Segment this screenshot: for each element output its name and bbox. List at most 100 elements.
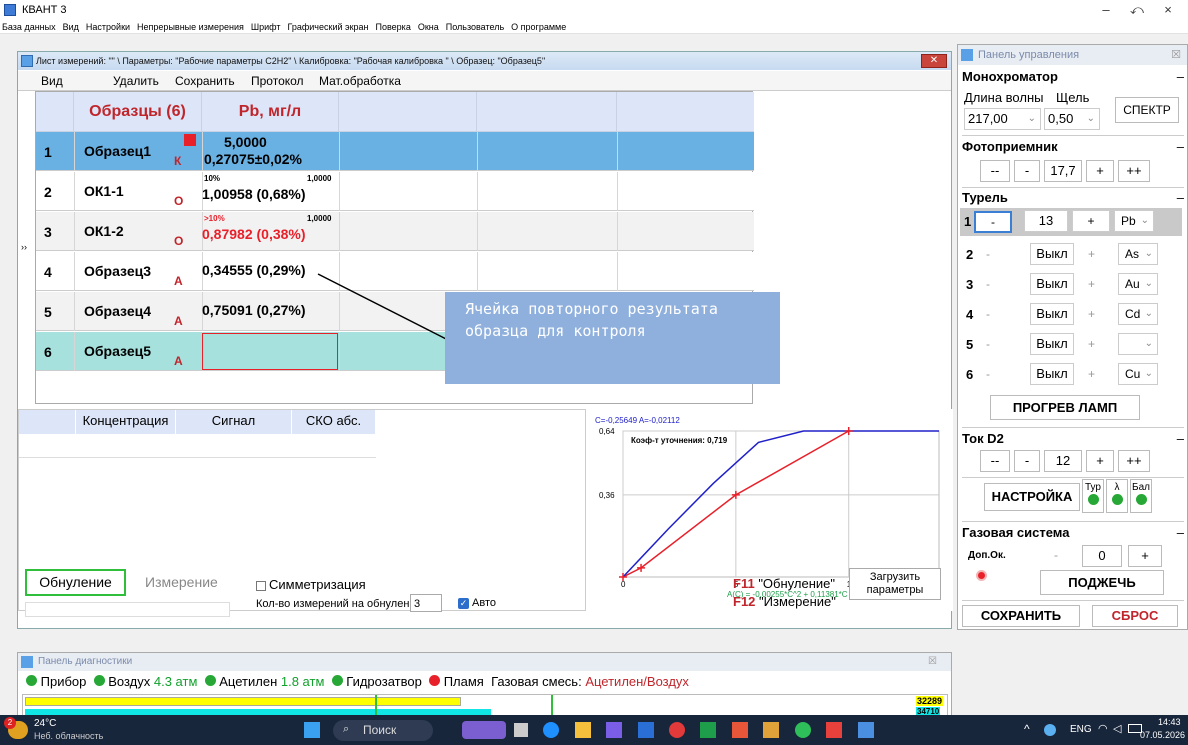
- turret-value[interactable]: Выкл: [1030, 363, 1074, 385]
- app-icon[interactable]: [732, 722, 748, 738]
- minimize-icon[interactable]: –: [1096, 2, 1116, 17]
- volume-icon[interactable]: ◁: [1113, 722, 1121, 735]
- extra-ok-led[interactable]: [976, 570, 987, 584]
- increase-button[interactable]: +: [1086, 450, 1114, 472]
- collapse-icon[interactable]: –: [1177, 431, 1184, 446]
- ignite-button[interactable]: ПОДЖЕЧЬ: [1040, 570, 1164, 595]
- turret-row[interactable]: 3- Выкл + Au ⌄: [966, 271, 1181, 299]
- element-select[interactable]: Pb ⌄: [1114, 210, 1154, 232]
- element-select[interactable]: As ⌄: [1118, 243, 1158, 265]
- taskview-icon[interactable]: [514, 723, 528, 737]
- clock-time[interactable]: 14:43: [1158, 717, 1181, 727]
- wavelength-select[interactable]: 217,00 ⌄: [964, 108, 1041, 130]
- tray-arrow-icon[interactable]: ^: [1024, 722, 1030, 736]
- decrease-fast-button[interactable]: --: [980, 160, 1010, 182]
- close-icon[interactable]: ×: [1158, 2, 1178, 17]
- load-params-button[interactable]: Загрузить параметры: [849, 568, 941, 600]
- turret-row[interactable]: 5- Выкл + ⌄: [966, 331, 1181, 359]
- restore-icon[interactable]: ⤺: [1127, 2, 1147, 18]
- network-icon[interactable]: ◠: [1098, 722, 1108, 735]
- menu-user[interactable]: Пользователь: [446, 20, 504, 34]
- turret-row[interactable]: 2- Выкл + As ⌄: [966, 241, 1181, 269]
- tray-app-icon[interactable]: [1044, 724, 1056, 736]
- decrease-button[interactable]: -: [1014, 450, 1040, 472]
- save-button[interactable]: СОХРАНИТЬ: [962, 605, 1080, 627]
- flame-led-icon: [429, 675, 441, 686]
- collapse-icon[interactable]: –: [1177, 525, 1184, 540]
- slit-label: Щель: [1056, 90, 1090, 105]
- auto-checkbox[interactable]: ✓ Авто: [458, 597, 496, 609]
- decrease-button[interactable]: -: [1054, 548, 1058, 562]
- kvant-icon[interactable]: [858, 722, 874, 738]
- menu-font[interactable]: Шрифт: [251, 20, 281, 34]
- turret-value[interactable]: Выкл: [1030, 333, 1074, 355]
- app-icon[interactable]: [606, 722, 622, 738]
- bal-indicator[interactable]: Бал: [1130, 479, 1152, 513]
- lambda-indicator[interactable]: λ: [1106, 479, 1128, 513]
- menu-graphic[interactable]: Графический экран: [288, 20, 369, 34]
- element-select[interactable]: Au ⌄: [1118, 273, 1158, 295]
- element-select[interactable]: Cd ⌄: [1118, 303, 1158, 325]
- widget-icon[interactable]: [462, 721, 506, 739]
- turret-value[interactable]: 13: [1024, 210, 1068, 232]
- col-signal[interactable]: Сигнал: [176, 410, 292, 434]
- whatsapp-icon[interactable]: [795, 722, 811, 738]
- increase-button[interactable]: +: [1128, 545, 1162, 567]
- decrease-button[interactable]: -: [974, 211, 1012, 233]
- increase-fast-button[interactable]: ++: [1118, 160, 1150, 182]
- explorer-icon[interactable]: [575, 722, 591, 738]
- reset-button[interactable]: СБРОС: [1092, 605, 1178, 627]
- start-icon[interactable]: [304, 722, 320, 738]
- spectr-button[interactable]: СПЕКТР: [1115, 97, 1179, 123]
- count-input[interactable]: 3: [410, 594, 442, 612]
- wavelength-label: Длина волны: [964, 90, 1044, 105]
- menu-database[interactable]: База данных: [2, 20, 56, 34]
- increase-fast-button[interactable]: ++: [1118, 450, 1150, 472]
- collapse-icon[interactable]: –: [1177, 69, 1184, 84]
- turret-value[interactable]: Выкл: [1030, 243, 1074, 265]
- menu-verification[interactable]: Поверка: [376, 20, 411, 34]
- app-icon[interactable]: [763, 722, 779, 738]
- panel-close-icon[interactable]: ☒: [928, 653, 937, 671]
- language-indicator[interactable]: ENG: [1070, 724, 1092, 735]
- excel-icon[interactable]: [700, 722, 716, 738]
- symmetrize-checkbox[interactable]: Симметризация: [256, 577, 366, 592]
- zero-button[interactable]: Обнуление: [25, 569, 126, 596]
- turret-value[interactable]: Выкл: [1030, 273, 1074, 295]
- slit-select[interactable]: 0,50 ⌄: [1044, 108, 1100, 130]
- turret-value[interactable]: Выкл: [1030, 303, 1074, 325]
- clock-date[interactable]: 07.05.2026: [1140, 730, 1185, 740]
- warmup-button[interactable]: ПРОГРЕВ ЛАМП: [990, 395, 1140, 420]
- d2-value[interactable]: 12: [1044, 450, 1082, 472]
- tur-indicator[interactable]: Тур: [1082, 479, 1104, 513]
- turret-row[interactable]: 1 - 13 + Pb ⌄: [960, 208, 1182, 236]
- turret-row[interactable]: 4- Выкл + Cd ⌄: [966, 301, 1181, 329]
- menu-windows[interactable]: Окна: [418, 20, 439, 34]
- collapse-icon[interactable]: –: [1177, 139, 1184, 154]
- panel-icon: [21, 656, 33, 668]
- photo-value[interactable]: 17,7: [1044, 160, 1082, 182]
- element-select[interactable]: ⌄: [1118, 333, 1158, 355]
- col-concentration[interactable]: Концентрация: [76, 410, 176, 434]
- element-select[interactable]: Cu ⌄: [1118, 363, 1158, 385]
- gas-value[interactable]: 0: [1082, 545, 1122, 567]
- measure-button[interactable]: Измерение: [145, 574, 218, 590]
- increase-button[interactable]: +: [1072, 210, 1110, 232]
- menu-settings[interactable]: Настройки: [86, 20, 130, 34]
- menu-continuous[interactable]: Непрерывные измерения: [137, 20, 244, 34]
- setup-button[interactable]: НАСТРОЙКА: [984, 483, 1080, 511]
- word-icon[interactable]: [638, 722, 654, 738]
- turret-row[interactable]: 6- Выкл + Cu ⌄: [966, 361, 1181, 389]
- decrease-fast-button[interactable]: --: [980, 450, 1010, 472]
- panel-close-icon[interactable]: ☒: [1171, 45, 1181, 65]
- increase-button[interactable]: +: [1086, 160, 1114, 182]
- menu-view[interactable]: Вид: [63, 20, 79, 34]
- decrease-button[interactable]: -: [1014, 160, 1040, 182]
- control-panel: Панель управления ☒ Монохроматор – Длина …: [957, 44, 1188, 630]
- menu-about[interactable]: О программе: [511, 20, 566, 34]
- collapse-icon[interactable]: –: [1177, 190, 1184, 205]
- edge-icon[interactable]: [543, 722, 559, 738]
- col-sko[interactable]: СКО абс.: [292, 410, 376, 434]
- app-icon[interactable]: [826, 722, 842, 738]
- yandex-icon[interactable]: [669, 722, 685, 738]
